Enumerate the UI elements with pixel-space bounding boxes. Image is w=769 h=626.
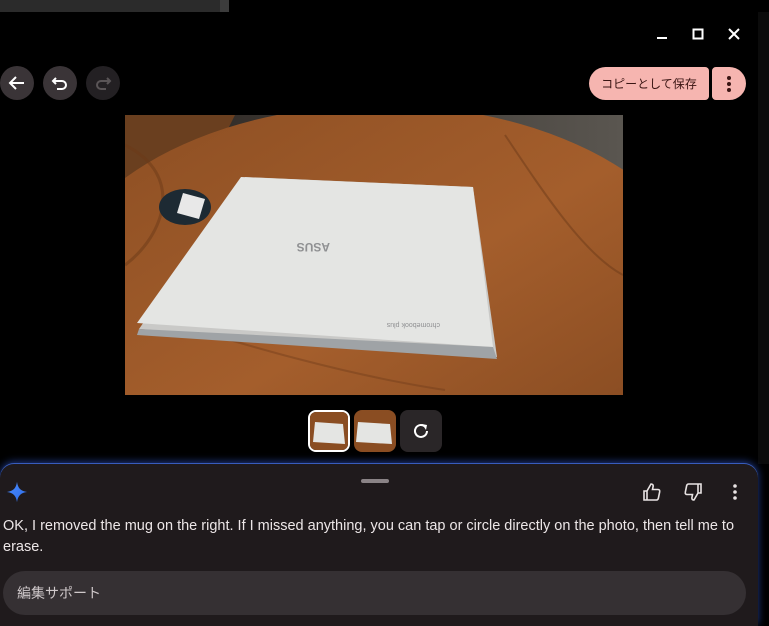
- back-button[interactable]: [0, 66, 34, 100]
- laptop-photo-image: ASUS chromebook plus: [125, 115, 623, 395]
- save-as-copy-label: コピーとして保存: [601, 77, 697, 91]
- svg-text:ASUS: ASUS: [297, 240, 330, 254]
- svg-text:chromebook plus: chromebook plus: [386, 321, 440, 328]
- window-edge: [757, 12, 769, 464]
- maximize-button[interactable]: [686, 22, 710, 46]
- edit-support-input-container[interactable]: [3, 571, 746, 615]
- maximize-icon: [692, 28, 704, 40]
- close-icon: [728, 28, 740, 40]
- refresh-icon: [414, 423, 428, 438]
- panel-more-button[interactable]: [722, 479, 748, 505]
- background-scrollbar: [220, 0, 229, 12]
- thumbnail-image: [310, 412, 348, 450]
- sparkle-icon: [6, 481, 28, 503]
- minimize-icon: [657, 37, 667, 39]
- toolbar-more-button[interactable]: [712, 67, 746, 100]
- thumbnail-image: [354, 410, 396, 452]
- regenerate-button[interactable]: [400, 410, 442, 452]
- thumbnail-original[interactable]: [354, 410, 396, 452]
- edit-support-input[interactable]: [17, 585, 746, 601]
- assistant-message: OK, I removed the mug on the right. If I…: [3, 518, 735, 555]
- save-as-copy-button[interactable]: コピーとして保存: [589, 67, 709, 100]
- drag-handle[interactable]: [361, 479, 389, 483]
- redo-icon: [96, 77, 112, 90]
- arrow-left-icon: [8, 76, 24, 90]
- undo-icon: [51, 77, 67, 90]
- thumb-down-icon: [684, 483, 702, 501]
- thumbs-down-button[interactable]: [680, 479, 706, 505]
- redo-button[interactable]: [86, 66, 120, 100]
- minimize-button[interactable]: [650, 22, 674, 46]
- close-button[interactable]: [722, 22, 746, 46]
- thumbs-up-button[interactable]: [639, 479, 665, 505]
- more-vert-icon: [733, 484, 737, 500]
- background-window-strip: [0, 0, 229, 12]
- thumbnail-current[interactable]: [308, 410, 350, 452]
- thumb-up-icon: [643, 483, 661, 501]
- edit-assistant-panel: OK, I removed the mug on the right. If I…: [0, 464, 758, 626]
- more-vert-icon: [727, 75, 731, 92]
- edited-photo[interactable]: ASUS chromebook plus: [125, 115, 623, 395]
- undo-button[interactable]: [43, 66, 77, 100]
